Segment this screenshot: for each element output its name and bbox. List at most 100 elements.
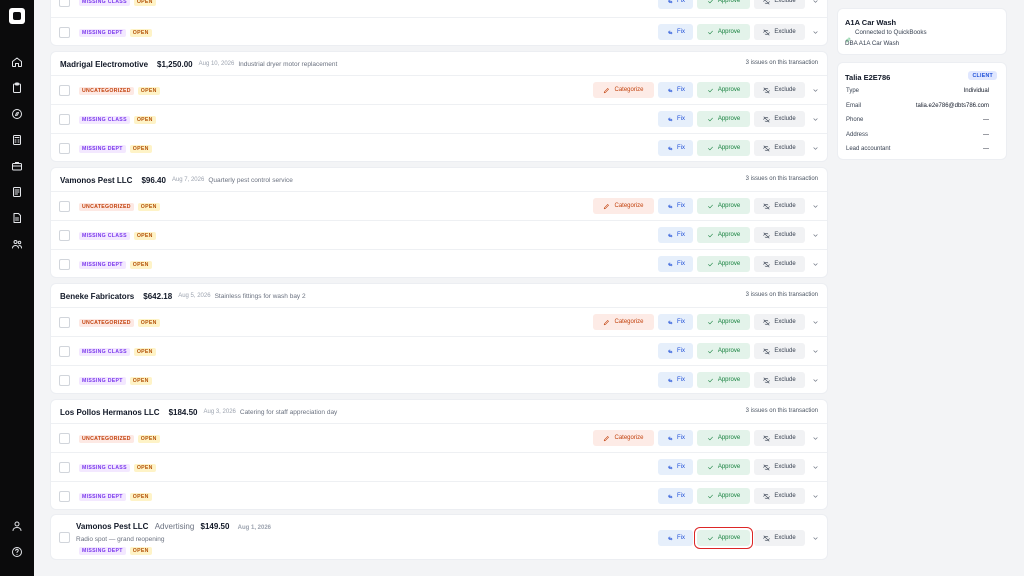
exclude-button[interactable]: Exclude: [754, 372, 805, 388]
document-icon[interactable]: [9, 184, 25, 200]
fix-button[interactable]: Fix: [658, 343, 693, 359]
approve-button[interactable]: Approve: [697, 343, 750, 359]
exclude-button[interactable]: Exclude: [754, 314, 805, 330]
approve-button[interactable]: Approve: [697, 256, 750, 272]
transaction-description: Catering for staff appreciation day: [239, 408, 338, 416]
row-checkbox[interactable]: [59, 491, 70, 502]
row-checkbox[interactable]: [59, 85, 70, 96]
approve-button[interactable]: Approve: [697, 372, 750, 388]
row-checkbox[interactable]: [59, 230, 70, 241]
approve-button[interactable]: Approve: [697, 459, 750, 475]
fix-button[interactable]: Fix: [658, 198, 693, 214]
briefcase-icon[interactable]: [9, 158, 25, 174]
fix-button[interactable]: Fix: [658, 530, 693, 546]
approve-button[interactable]: Approve: [697, 227, 750, 243]
chevron-down-icon[interactable]: [811, 318, 819, 326]
row-checkbox[interactable]: [59, 114, 70, 125]
row-checkbox[interactable]: [59, 433, 70, 444]
approve-button-highlighted[interactable]: Approve: [694, 527, 753, 549]
categorize-button[interactable]: Categorize: [593, 82, 654, 98]
exclude-button[interactable]: Exclude: [754, 459, 805, 475]
row-checkbox[interactable]: [59, 201, 70, 212]
check-icon: [707, 117, 713, 121]
chevron-down-icon[interactable]: [811, 202, 819, 210]
chevron-down-icon[interactable]: [811, 28, 819, 36]
approve-button[interactable]: Approve: [697, 24, 750, 40]
approve-button[interactable]: Approve: [697, 198, 750, 214]
exclude-button[interactable]: Exclude: [754, 227, 805, 243]
fix-button[interactable]: Fix: [658, 82, 693, 98]
help-icon[interactable]: [9, 544, 25, 560]
chevron-down-icon[interactable]: [811, 534, 819, 542]
home-icon[interactable]: [9, 54, 25, 70]
row-checkbox[interactable]: [59, 0, 70, 7]
transaction-amount: $184.50: [168, 407, 198, 417]
user-icon[interactable]: [9, 518, 25, 534]
chevron-down-icon[interactable]: [811, 376, 819, 384]
row-checkbox[interactable]: [59, 317, 70, 328]
approve-button[interactable]: Approve: [697, 314, 750, 330]
fix-button[interactable]: Fix: [658, 459, 693, 475]
approve-button[interactable]: Approve: [697, 430, 750, 446]
chevron-down-icon[interactable]: [811, 492, 819, 500]
eye-off-icon: [763, 203, 771, 209]
chevron-down-icon[interactable]: [811, 0, 819, 5]
row-checkbox[interactable]: [59, 346, 70, 357]
row-checkbox[interactable]: [59, 462, 70, 473]
chevron-down-icon[interactable]: [811, 86, 819, 94]
chevron-down-icon[interactable]: [811, 144, 819, 152]
vendor-name: Vamonos Pest LLC: [76, 522, 149, 531]
exclude-button[interactable]: Exclude: [754, 24, 805, 40]
exclude-button[interactable]: Exclude: [754, 343, 805, 359]
compass-icon[interactable]: [9, 106, 25, 122]
chevron-down-icon[interactable]: [811, 463, 819, 471]
chevron-down-icon[interactable]: [811, 115, 819, 123]
approve-button[interactable]: Approve: [697, 82, 750, 98]
clipboard-icon[interactable]: [9, 80, 25, 96]
approve-button[interactable]: Approve: [697, 111, 750, 127]
status-badge: OPEN: [137, 319, 160, 327]
calculator-icon[interactable]: [9, 132, 25, 148]
categorize-button[interactable]: Categorize: [593, 430, 654, 446]
row-checkbox[interactable]: [59, 375, 70, 386]
exclude-button[interactable]: Exclude: [754, 140, 805, 156]
exclude-button[interactable]: Exclude: [754, 488, 805, 504]
row-checkbox[interactable]: [59, 259, 70, 270]
exclude-button[interactable]: Exclude: [754, 256, 805, 272]
fix-button[interactable]: Fix: [658, 372, 693, 388]
exclude-button[interactable]: Exclude: [754, 0, 805, 9]
exclude-button[interactable]: Exclude: [754, 430, 805, 446]
fix-button[interactable]: Fix: [658, 488, 693, 504]
exclude-button[interactable]: Exclude: [754, 82, 805, 98]
fix-button[interactable]: Fix: [658, 0, 693, 9]
categorize-button[interactable]: Categorize: [593, 198, 654, 214]
approve-button[interactable]: Approve: [697, 140, 750, 156]
categorize-button[interactable]: Categorize: [593, 314, 654, 330]
row-checkbox[interactable]: [59, 27, 70, 38]
chevron-down-icon[interactable]: [811, 231, 819, 239]
fix-button[interactable]: Fix: [658, 140, 693, 156]
wrench-icon: [668, 88, 673, 92]
row-checkbox[interactable]: [59, 143, 70, 154]
app-logo[interactable]: [9, 8, 25, 24]
eye-off-icon: [763, 29, 771, 35]
exclude-button[interactable]: Exclude: [754, 198, 805, 214]
chevron-down-icon[interactable]: [811, 260, 819, 268]
chevron-down-icon[interactable]: [811, 434, 819, 442]
fix-button[interactable]: Fix: [658, 227, 693, 243]
fix-button[interactable]: Fix: [658, 111, 693, 127]
issue-row: UNCATEGORIZED OPEN Categorize Fix Approve…: [51, 191, 827, 220]
approve-button[interactable]: Approve: [697, 0, 750, 9]
users-icon[interactable]: [9, 236, 25, 252]
exclude-button[interactable]: Exclude: [754, 111, 805, 127]
row-checkbox[interactable]: [59, 532, 70, 543]
exclude-button[interactable]: Exclude: [754, 530, 805, 546]
approve-button[interactable]: Approve: [697, 488, 750, 504]
chevron-down-icon[interactable]: [811, 347, 819, 355]
fix-button[interactable]: Fix: [658, 314, 693, 330]
missing-class-badge: MISSING CLASS: [79, 116, 130, 124]
fix-button[interactable]: Fix: [658, 24, 693, 40]
report-icon[interactable]: [9, 210, 25, 226]
fix-button[interactable]: Fix: [658, 256, 693, 272]
fix-button[interactable]: Fix: [658, 430, 693, 446]
